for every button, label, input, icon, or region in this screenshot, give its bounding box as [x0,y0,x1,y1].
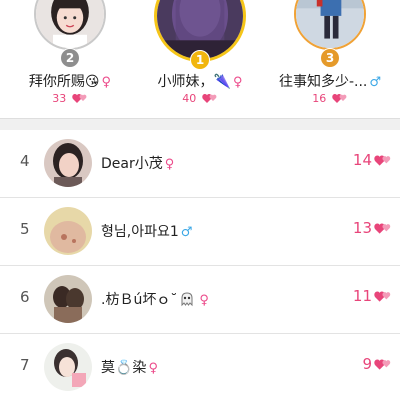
female-symbol-icon: ♀ [101,75,112,90]
female-symbol-icon: ♀ [199,293,209,308]
avatar[interactable] [294,0,366,50]
rank-number: 4 [20,152,30,170]
score-value: 33 [52,92,67,105]
podium-name-label: 拜你所赐😘 [28,74,100,90]
leaderboard-screen: 2 拜你所赐😘 ♀ 33 1 小师妹，🌂 ♀ 40 3 往事知多少-... ♂ … [0,0,400,400]
male-symbol-icon: ♂ [180,225,193,240]
female-symbol-icon: ♀ [164,157,175,172]
score-value: 16 [312,92,327,105]
list-item[interactable]: 6 .枋Ｂú坏ｏ˘ ♀ 11 [0,266,400,334]
rank-number: 7 [20,356,30,374]
hearts-icon [374,223,391,234]
female-symbol-icon: ♀ [148,361,158,376]
score-value: 40 [182,92,197,105]
hearts-icon [374,359,391,370]
ghost-emoji-icon [181,292,193,307]
podium: 2 拜你所赐😘 ♀ 33 1 小师妹，🌂 ♀ 40 3 往事知多少-... ♂ … [0,0,400,118]
avatar[interactable] [44,139,92,187]
list-item[interactable]: 7 莫💍染 ♀ 9 [0,334,400,400]
rank-number: 5 [20,220,30,238]
rank-medal: 3 [320,48,340,68]
hearts-icon [332,94,347,103]
ranking-list[interactable]: 4 Dear小茂 ♀ 14 5 형님,아파요1 ♂ 13 6 .枋Ｂú坏ｏ˘ ♀… [0,130,400,400]
podium-first-place[interactable]: 1 小师妹，🌂 ♀ 40 [135,0,265,118]
rank-number: 6 [20,288,30,306]
hearts-icon [374,291,391,302]
avatar[interactable] [44,207,92,255]
male-symbol-icon: ♂ [369,75,382,90]
podium-third-place[interactable]: 3 往事知多少-... ♂ 16 [265,0,395,118]
user-name: Dear小茂 [101,156,163,172]
hearts-icon [374,155,391,166]
user-name: 형님,아파요1 [101,224,179,240]
hearts-icon [202,94,217,103]
female-symbol-icon: ♀ [232,75,243,90]
podium-name-label: 小师妹，🌂 [157,74,231,90]
avatar[interactable] [44,275,92,323]
avatar[interactable] [44,343,92,391]
list-item[interactable]: 5 형님,아파요1 ♂ 13 [0,198,400,266]
score-value: 13 [352,219,372,237]
score-value: 14 [352,151,372,169]
user-name: .枋Ｂú坏ｏ˘ [101,292,178,308]
avatar[interactable] [34,0,106,50]
podium-name-label: 往事知多少-... [278,74,368,90]
section-divider [0,118,400,130]
score-value: 9 [362,355,372,373]
user-name: 莫💍染 [101,360,147,376]
podium-second-place[interactable]: 2 拜你所赐😘 ♀ 33 [5,0,135,118]
list-item[interactable]: 4 Dear小茂 ♀ 14 [0,130,400,198]
score-value: 11 [352,287,372,305]
rank-medal: 2 [60,48,80,68]
rank-medal: 1 [190,50,210,70]
hearts-icon [72,94,87,103]
